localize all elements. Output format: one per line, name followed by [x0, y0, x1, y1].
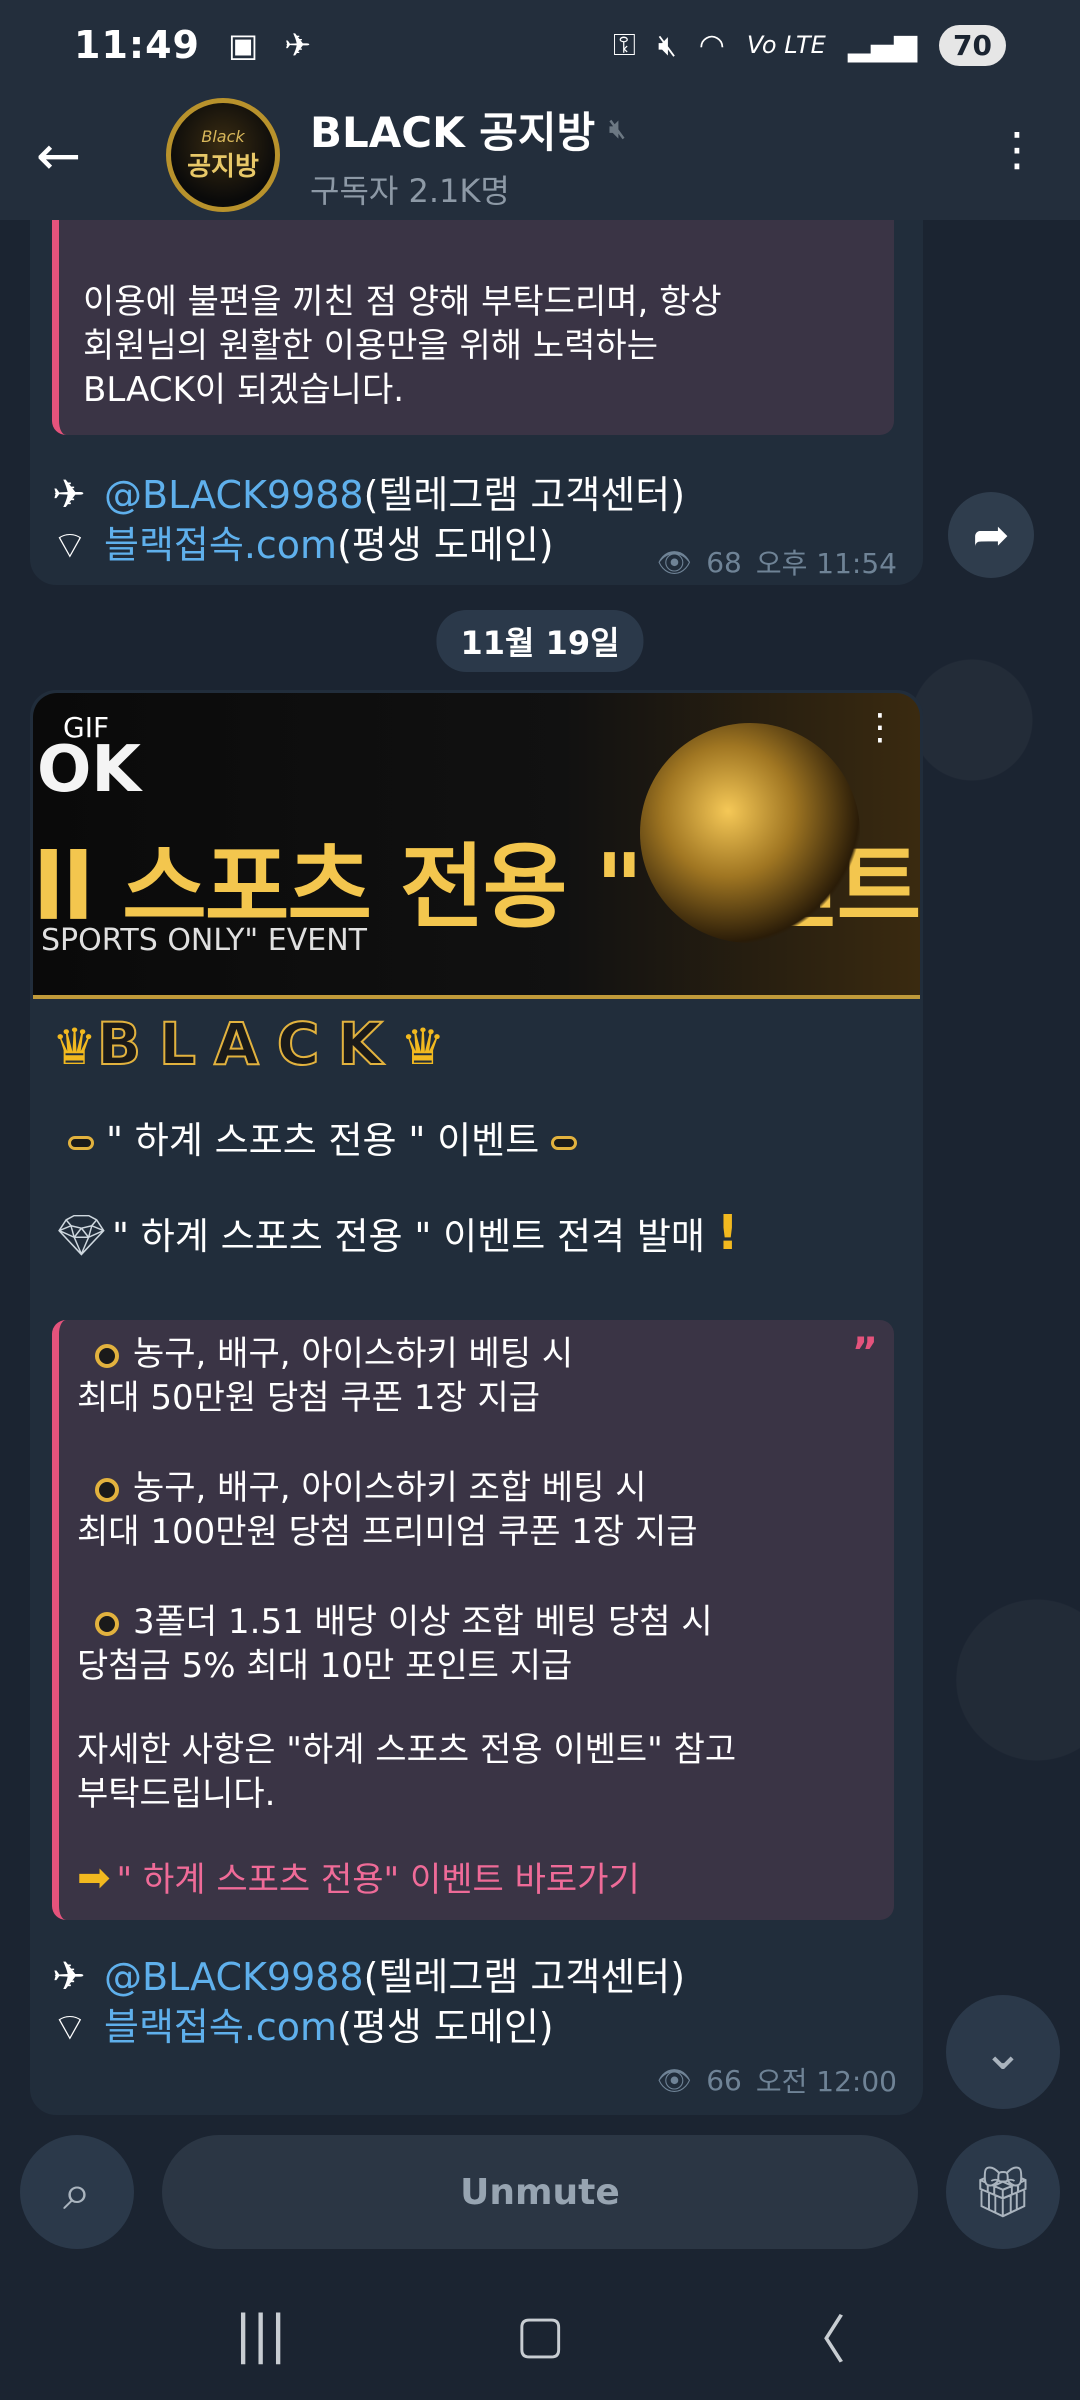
views-eye-icon: 👁︎ [656, 2063, 693, 2097]
wifi-icon: ⌔ [52, 523, 88, 567]
battery-indicator: 70 [939, 24, 1006, 66]
pill-icon [68, 1135, 94, 1150]
views-eye-icon: 👁︎ [656, 545, 693, 579]
domain-link[interactable]: 블랙접속.com [104, 2002, 337, 2052]
banner-divider [33, 995, 920, 999]
message-bubble[interactable]: 이용에 불편을 끼친 점 양해 부탁드리며, 항상 회원님의 원활한 이용만을 … [30, 220, 923, 585]
recent-apps-icon[interactable]: ||| [234, 2305, 287, 2365]
crown-icon: ♛ [52, 1018, 97, 1076]
chat-header: ← Black 공지방 BLACK 공지방 🔇︎ 구독자 2.1K명 ⋮ [0, 90, 1080, 220]
channel-name: BLACK 공지방 [310, 107, 596, 157]
avatar-small-text: Black [201, 127, 245, 146]
date-separator: 11월 19일 [436, 610, 644, 672]
mute-status-icon: 🔇︎ [657, 27, 677, 63]
back-nav-icon[interactable]: 〈 [794, 2298, 846, 2373]
telegram-icon: ✈ [52, 472, 86, 518]
message-meta: 👁︎ 66 오전 12:00 [657, 2060, 897, 2100]
view-count: 66 [706, 2063, 742, 2097]
view-count: 68 [706, 545, 742, 579]
quote-line: BLACK이 되겠습니다. [83, 370, 405, 410]
quote-item: 최대 50만원 당첨 쿠폰 1장 지급 [77, 1378, 541, 1418]
exclamation-icon: ! [716, 1205, 739, 1261]
system-nav-bar: ||| ▢ 〈 [0, 2270, 1080, 2400]
wifi-icon: ◠ [698, 27, 725, 63]
banner-ok-text: OK [37, 733, 141, 807]
status-bar: 11:49 ▣ ✈ ⚿ 🔇︎ ◠ Vo LTE ▂▄▆ 70 [0, 0, 1080, 90]
event-quote-block: ” 농구, 배구, 아이스하키 베팅 시 최대 50만원 당첨 쿠폰 1장 지급… [52, 1320, 894, 1920]
app-notification-icon: ✈ [284, 26, 312, 64]
home-icon[interactable]: ▢ [516, 2305, 565, 2365]
telegram-handle-link[interactable]: @BLACK9988 [104, 1952, 364, 2002]
message-bubble[interactable]: OK ll 스포츠 전용 " 이벤트 SPORTS ONLY" EVENT GI… [30, 690, 923, 2115]
bullet-dot-icon [95, 1343, 119, 1368]
bottom-bar: ⌕ Unmute 🎁︎ [0, 2115, 1080, 2270]
quote-item: 3폴더 1.51 배당 이상 조합 베팅 당첨 시 [133, 1602, 713, 1642]
telegram-desc: (텔레그램 고객센터) [363, 1955, 686, 1999]
gift-icon[interactable]: 🎁︎ [946, 2135, 1060, 2249]
unmute-button[interactable]: Unmute [162, 2135, 918, 2249]
quote-item: 최대 100만원 당첨 프리미엄 쿠폰 1장 지급 [77, 1512, 698, 1552]
event-shortcut-link[interactable]: " 하계 스포츠 전용" 이벤트 바로가기 [117, 1860, 640, 1900]
quote-detail: 자세한 사항은 "하계 스포츠 전용 이벤트" 참고 [77, 1730, 737, 1770]
quote-line: 이용에 불편을 끼친 점 양해 부탁드리며, 항상 [83, 282, 722, 322]
quote-item: 당첨금 5% 최대 10만 포인트 지급 [77, 1646, 573, 1686]
quote-block: 이용에 불편을 끼친 점 양해 부탁드리며, 항상 회원님의 원활한 이용만을 … [52, 220, 894, 435]
message-list[interactable]: 이용에 불편을 끼친 점 양해 부탁드리며, 항상 회원님의 원활한 이용만을 … [0, 220, 1080, 2115]
muted-icon: 🔇︎ [609, 113, 626, 144]
scroll-down-chevron-icon[interactable]: ⌄ [946, 1995, 1060, 2109]
signal-icon: ▂▄▆ [847, 27, 918, 63]
quote-item: 농구, 배구, 아이스하키 조합 베팅 시 [133, 1468, 647, 1508]
message-time: 오전 12:00 [755, 2065, 897, 2098]
banner-sub-text: SPORTS ONLY" EVENT [41, 923, 367, 958]
bullet-dot-icon [95, 1477, 119, 1502]
message-meta: 👁︎ 68 오후 11:54 [657, 542, 897, 582]
domain-link[interactable]: 블랙접속.com [104, 520, 337, 570]
network-type: Vo LTE [746, 31, 826, 59]
quote-line: 회원님의 원활한 이용만을 위해 노력하는 [83, 326, 658, 366]
more-options-icon[interactable]: ⋮ [994, 122, 1040, 176]
telegram-desc: (텔레그램 고객센터) [363, 473, 686, 517]
back-arrow-icon[interactable]: ← [36, 124, 116, 187]
event-launch: " 하계 스포츠 전용 " 이벤트 전격 발매 [112, 1215, 705, 1258]
gif-more-icon[interactable]: ⋮ [862, 707, 898, 748]
telegram-icon: ✈ [52, 1954, 86, 2000]
screenshot-icon: ▣ [227, 26, 259, 64]
black-title-text: BLACK [96, 1009, 401, 1079]
domain-desc: (평생 도메인) [337, 2005, 554, 2049]
diamond-icon: 💎︎ [56, 1213, 107, 1259]
event-title: " 하계 스포츠 전용 " 이벤트 [106, 1119, 540, 1162]
quote-mark-icon: ” [851, 1330, 878, 1376]
black-logo-title: ♛BLACK♛ [52, 1009, 446, 1079]
event-launch-line: 💎︎ " 하계 스포츠 전용 " 이벤트 전격 발매 ! [56, 1205, 739, 1261]
telegram-handle-link[interactable]: @BLACK9988 [104, 470, 364, 520]
search-icon[interactable]: ⌕ [20, 2135, 134, 2249]
status-time: 11:49 [74, 23, 200, 67]
quote-item: 농구, 배구, 아이스하키 베팅 시 [133, 1334, 574, 1374]
bullet-dot-icon [95, 1611, 119, 1636]
share-forward-icon[interactable]: ➦ [948, 492, 1034, 578]
wifi-icon: ⌔ [52, 2005, 88, 2049]
vpn-key-icon: ⚿ [612, 27, 636, 63]
event-title-line: " 하계 스포츠 전용 " 이벤트 [56, 1110, 589, 1164]
arrow-right-icon: ➡ [77, 1855, 111, 1901]
pill-icon [551, 1135, 578, 1150]
subscriber-count: 구독자 2.1K명 [310, 171, 510, 210]
message-time: 오후 11:54 [755, 547, 897, 580]
gif-media[interactable]: OK ll 스포츠 전용 " 이벤트 SPORTS ONLY" EVENT GI… [33, 693, 920, 999]
domain-desc: (평생 도메인) [337, 523, 554, 567]
crown-icon: ♛ [400, 1018, 446, 1076]
channel-title-box[interactable]: BLACK 공지방 🔇︎ 구독자 2.1K명 [310, 99, 626, 212]
quote-detail: 부탁드립니다. [77, 1774, 276, 1814]
avatar-big-text: 공지방 [187, 152, 259, 182]
channel-avatar[interactable]: Black 공지방 [166, 98, 280, 212]
gif-label: GIF [63, 711, 110, 744]
